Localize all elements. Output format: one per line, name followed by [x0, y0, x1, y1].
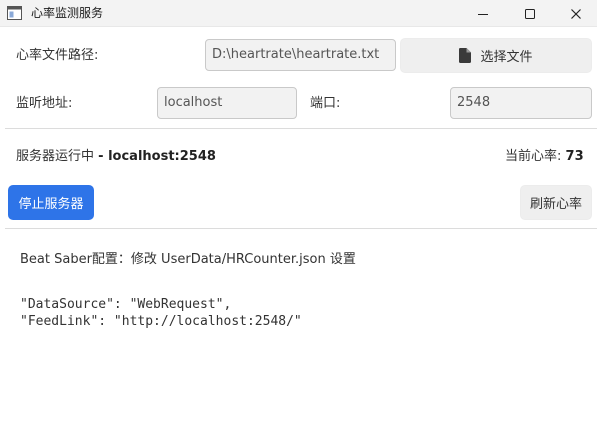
heart-rate-label: 当前心率:: [505, 149, 562, 164]
file-icon: [459, 48, 472, 63]
app-window: 心率监测服务 心率文件路径: D:\heartrate\heartrate.tx…: [0, 0, 597, 422]
heart-rate-value: 73: [565, 149, 584, 164]
listen-address-label: 监听地址:: [16, 96, 73, 111]
server-address: - localhost:2548: [98, 149, 216, 164]
server-status-text: 服务器运行中: [16, 149, 95, 164]
refresh-heart-rate-button[interactable]: 刷新心率: [520, 185, 592, 220]
window-title: 心率监测服务: [31, 6, 104, 20]
port-input[interactable]: 2548: [450, 87, 592, 119]
minimize-icon: [478, 13, 488, 15]
close-button[interactable]: [553, 0, 597, 27]
config-line-1: "DataSource": "WebRequest",: [20, 297, 232, 312]
maximize-icon: [525, 8, 535, 19]
file-path-input[interactable]: D:\heartrate\heartrate.txt: [205, 39, 396, 71]
heart-rate-display: 当前心率: 73: [505, 148, 584, 166]
file-path-label: 心率文件路径:: [16, 48, 99, 63]
server-status: 服务器运行中 - localhost:2548: [16, 148, 216, 166]
choose-file-label: 选择文件: [480, 50, 533, 65]
maximize-button[interactable]: [507, 0, 553, 27]
stop-server-button[interactable]: 停止服务器: [8, 185, 94, 220]
port-label: 端口:: [310, 96, 341, 111]
choose-file-button[interactable]: 选择文件: [400, 38, 592, 73]
divider-bottom: [5, 228, 597, 229]
config-line-2: "FeedLink": "http://localhost:2548/": [20, 314, 302, 329]
listen-address-input[interactable]: localhost: [157, 87, 297, 119]
stop-server-label: 停止服务器: [18, 197, 84, 212]
minimize-button[interactable]: [460, 0, 506, 27]
title-bar: 心率监测服务: [0, 0, 597, 27]
config-info-text: Beat Saber配置：修改 UserData/HRCounter.json …: [20, 252, 356, 267]
refresh-heart-rate-label: 刷新心率: [529, 197, 582, 212]
close-icon: [571, 8, 581, 19]
divider-top: [5, 128, 597, 129]
app-window-icon: [7, 6, 22, 20]
